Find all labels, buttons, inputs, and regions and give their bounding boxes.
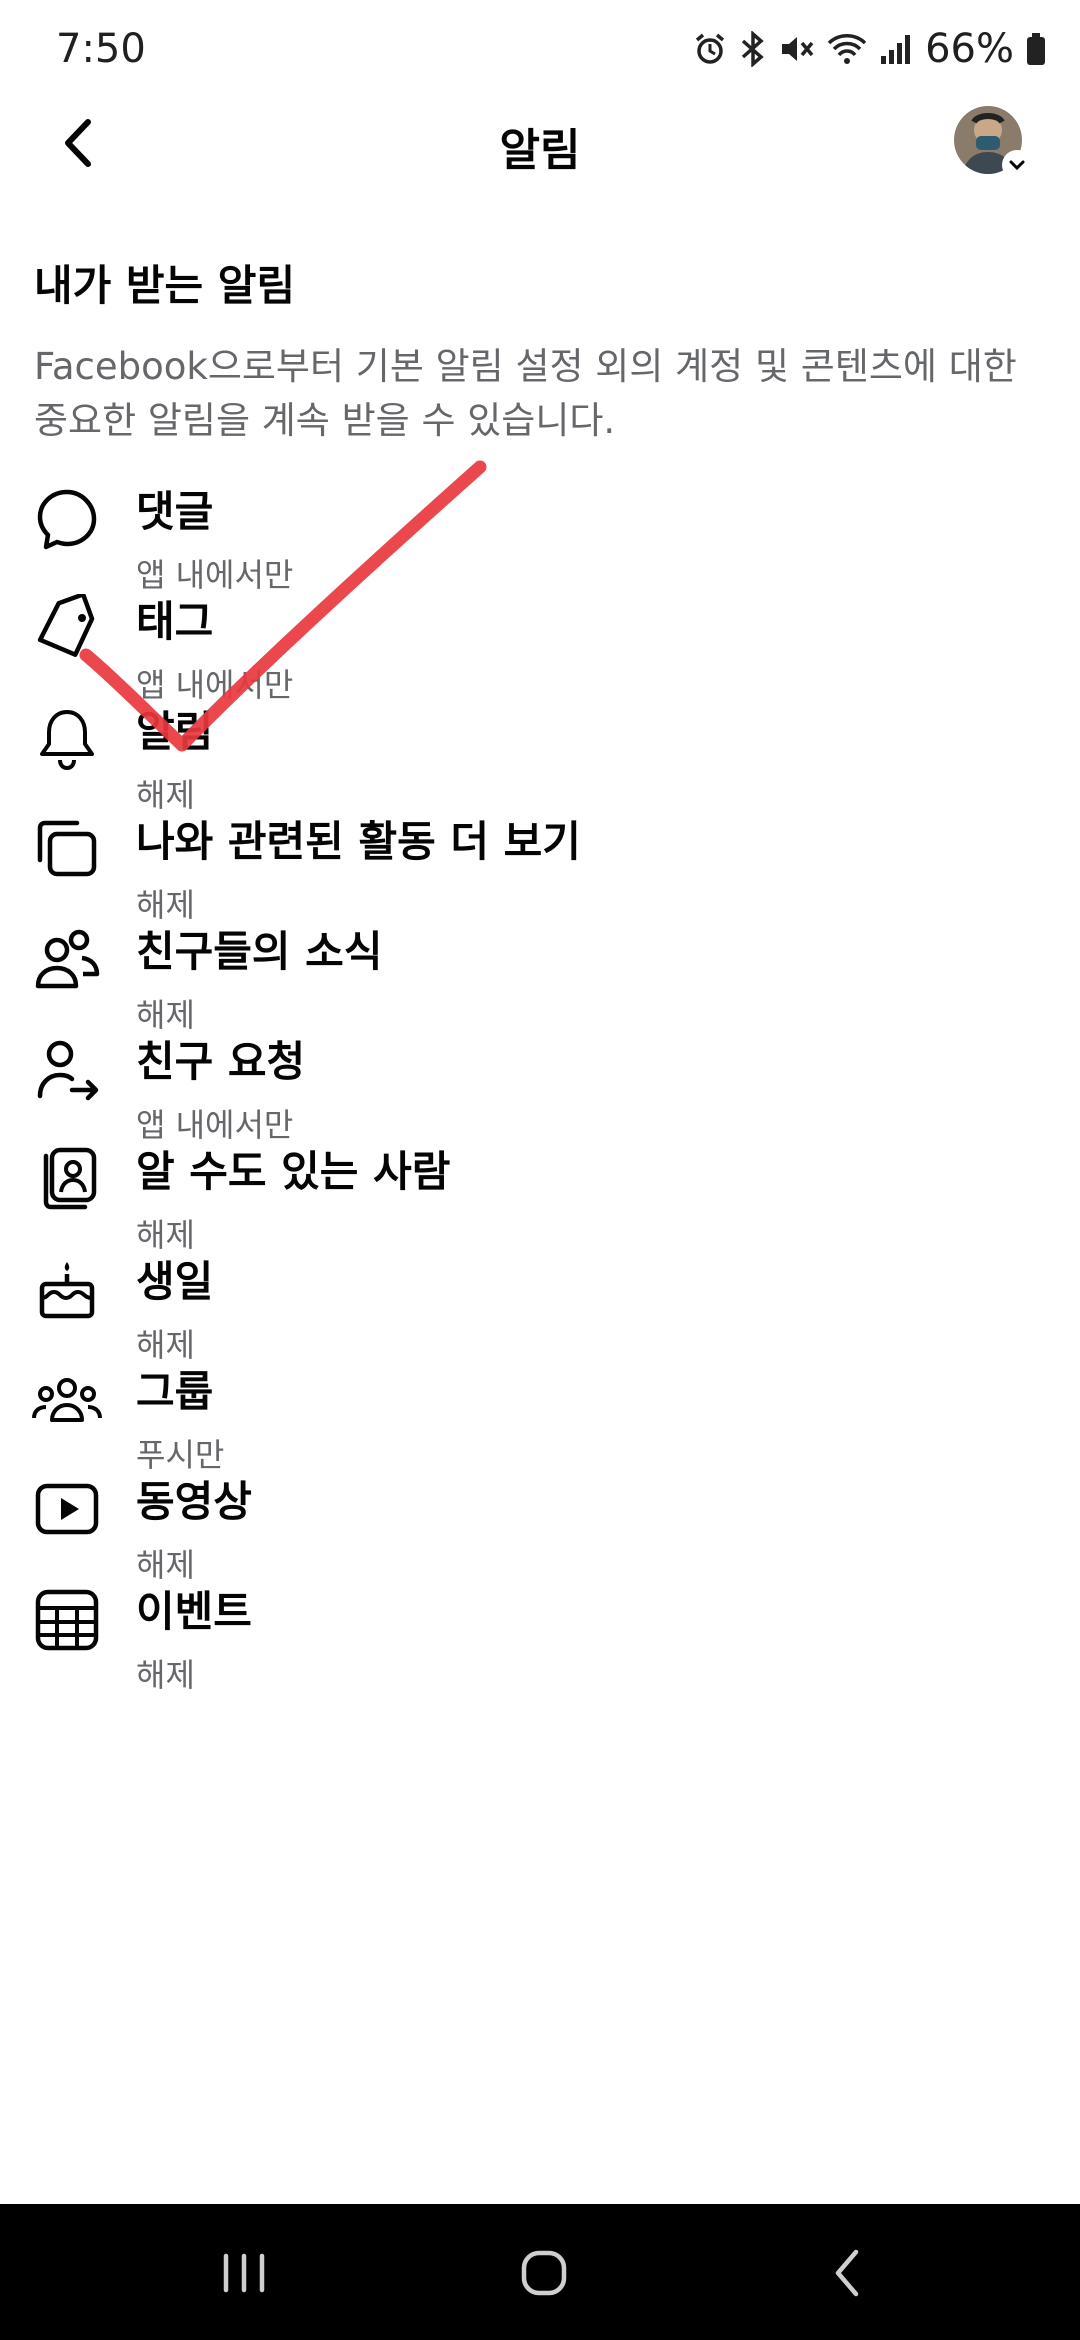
item-status: 해제 [136,1656,195,1694]
birthday-cake-icon [39,1262,95,1319]
friend-request-icon [37,1040,99,1101]
item-label: 댓글 [136,487,214,536]
battery-icon [1027,33,1045,65]
item-label: 친구들의 소식 [136,927,383,976]
item-label: 이벤트 [136,1587,252,1636]
item-label: 생일 [136,1257,214,1306]
groups-icon [32,1378,102,1422]
header: 알림 [0,100,1080,190]
signal-icon [881,35,911,64]
section-description: Facebook으로부터 기본 알림 설정 외의 계정 및 콘텐츠에 대한 중요… [34,345,1017,442]
system-navigation-bar [0,2204,1080,2340]
comment-icon [37,489,97,550]
status-bar: 7:50 66% [0,0,1080,100]
system-back-button[interactable] [808,2238,888,2308]
recent-apps-button[interactable] [204,2238,284,2308]
recent-apps-icon [223,2253,265,2293]
item-label: 알 수도 있는 사람 [136,1147,451,1196]
item-label: 나와 관련된 활동 더 보기 [136,817,581,866]
item-label: 동영상 [136,1477,252,1526]
page-title: 알림 [499,125,581,176]
home-icon [521,2250,567,2296]
chevron-down-icon [1002,150,1032,180]
activity-icon [37,820,97,877]
mute-icon [782,37,814,61]
alarm-icon [695,33,725,64]
tag-icon [37,594,95,657]
wifi-icon [827,34,867,64]
bell-icon [40,710,94,771]
people-you-may-know-icon [43,1147,97,1210]
section-title: 내가 받는 알림 [34,261,296,310]
friends-icon [35,929,100,989]
setting-item-events[interactable]: 이벤트 해제 [0,1570,1080,1730]
profile-switcher[interactable] [954,106,1032,180]
calendar-icon [35,1589,99,1651]
battery-percent: 66% [925,26,1014,72]
back-arrow-icon [835,2249,859,2297]
item-label: 친구 요청 [136,1037,306,1086]
video-icon [35,1483,99,1535]
home-button[interactable] [504,2238,584,2308]
item-label: 그룹 [136,1367,214,1416]
status-icons: 66% [693,26,1046,72]
status-time: 7:50 [56,26,146,72]
bluetooth-icon [741,31,764,67]
item-label: 태그 [136,597,214,646]
item-label: 알림 [136,707,214,756]
